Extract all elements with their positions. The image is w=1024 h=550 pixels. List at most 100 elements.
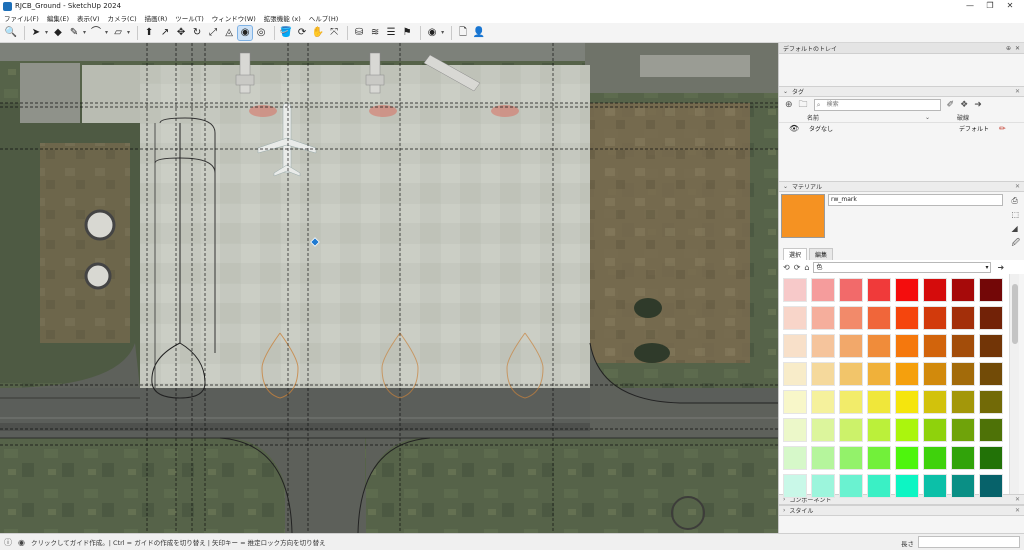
color-swatch[interactable] [811, 306, 835, 330]
menu-camera[interactable]: カメラ(C) [108, 13, 137, 23]
warehouse-icon[interactable]: ⛁ [352, 26, 366, 40]
panel-close-icon[interactable]: ✕ [1015, 88, 1020, 95]
color-swatch[interactable] [867, 390, 891, 414]
color-swatch[interactable] [951, 474, 975, 498]
chevron-down-icon[interactable]: ▾ [105, 29, 108, 36]
menu-file[interactable]: ファイル(F) [4, 13, 39, 23]
measurements-input[interactable] [918, 536, 1020, 548]
move-icon[interactable]: ✥ [174, 26, 188, 40]
paint-bucket-icon[interactable]: 🪣 [279, 26, 293, 40]
back-arrow-icon[interactable]: ⟲ [783, 263, 790, 272]
color-swatch[interactable] [867, 362, 891, 386]
rectangle-icon[interactable]: ▱ [111, 26, 125, 40]
zoom-extents-icon[interactable]: ⤧ [327, 26, 341, 40]
color-swatch[interactable] [839, 474, 863, 498]
orbit-icon[interactable]: ⟳ [295, 26, 309, 40]
menu-draw[interactable]: 描画(R) [145, 13, 168, 23]
close-button[interactable]: ✕ [1000, 0, 1020, 12]
color-swatch[interactable] [895, 390, 919, 414]
color-swatch[interactable] [951, 334, 975, 358]
tag-row[interactable]: 👁 タグなし デフォルト ✏ [779, 123, 1024, 133]
menu-view[interactable]: 表示(V) [77, 13, 100, 23]
color-swatch[interactable] [783, 446, 807, 470]
color-swatch[interactable] [951, 306, 975, 330]
color-by-tag-icon[interactable]: ❖ [960, 100, 968, 110]
color-swatch[interactable] [811, 390, 835, 414]
color-swatch[interactable] [783, 418, 807, 442]
add-tag-icon[interactable]: ⊕ [785, 100, 793, 110]
color-swatch[interactable] [783, 474, 807, 498]
color-swatch[interactable] [811, 418, 835, 442]
color-swatch[interactable] [979, 278, 1003, 302]
color-swatch[interactable] [951, 446, 975, 470]
color-swatch[interactable] [867, 334, 891, 358]
minimize-button[interactable]: — [960, 0, 980, 12]
styles-icon[interactable]: ⚑ [400, 26, 414, 40]
color-swatch[interactable] [839, 390, 863, 414]
sandbox-icon[interactable]: ≋ [368, 26, 382, 40]
color-swatch[interactable] [979, 418, 1003, 442]
tag-color-pencil-icon[interactable]: ✏ [999, 124, 1006, 133]
color-swatch[interactable] [951, 390, 975, 414]
color-swatch[interactable] [867, 474, 891, 498]
color-swatch[interactable] [783, 334, 807, 358]
panel-close-icon[interactable]: ✕ [1015, 183, 1020, 190]
material-swatch[interactable] [781, 194, 825, 238]
color-swatch[interactable] [783, 278, 807, 302]
chevron-down-icon[interactable]: ▾ [441, 29, 444, 36]
color-swatch[interactable] [895, 418, 919, 442]
color-swatch[interactable] [895, 446, 919, 470]
palette-scrollbar[interactable] [1009, 274, 1019, 494]
color-swatch[interactable] [839, 306, 863, 330]
chevron-down-icon[interactable]: ▾ [127, 29, 130, 36]
details-arrow-icon[interactable]: ➜ [997, 263, 1004, 272]
create-material-icon[interactable]: ⬚ [1011, 208, 1020, 222]
tag-tool-icon[interactable]: ✐ [947, 100, 955, 110]
styles-panel-header[interactable]: › スタイル ✕ [779, 505, 1024, 516]
panel-close-icon[interactable]: ✕ [1015, 507, 1020, 514]
home-icon[interactable]: ⌂ [804, 263, 809, 272]
color-swatch[interactable] [811, 474, 835, 498]
tray-close-icon[interactable]: ✕ [1015, 45, 1020, 52]
color-swatch[interactable] [923, 278, 947, 302]
menu-tools[interactable]: ツール(T) [175, 13, 204, 23]
color-swatch[interactable] [923, 334, 947, 358]
scrollbar-thumb[interactable] [1012, 284, 1018, 344]
color-swatch[interactable] [811, 278, 835, 302]
color-swatch[interactable] [867, 306, 891, 330]
color-swatch[interactable] [923, 418, 947, 442]
tags-col-name[interactable]: 名前 [807, 113, 925, 122]
rotate-icon[interactable]: ↻ [190, 26, 204, 40]
eraser-icon[interactable]: ◆ [51, 26, 65, 40]
color-swatch[interactable] [951, 418, 975, 442]
color-swatch[interactable] [839, 418, 863, 442]
tag-search-input[interactable]: ⌕ 検索 [813, 99, 941, 111]
model-viewport[interactable] [0, 43, 778, 533]
color-swatch[interactable] [783, 306, 807, 330]
color-swatch[interactable] [839, 334, 863, 358]
color-swatch[interactable] [783, 390, 807, 414]
menu-help[interactable]: ヘルプ(H) [309, 13, 338, 23]
tape-measure-icon[interactable]: ◉ [237, 24, 254, 41]
color-swatch[interactable] [923, 306, 947, 330]
menu-window[interactable]: ウィンドウ(W) [212, 13, 256, 23]
layers-icon[interactable]: ☰ [384, 26, 398, 40]
color-swatch[interactable] [979, 390, 1003, 414]
sort-chevron-icon[interactable]: ⌄ [925, 114, 935, 121]
color-swatch[interactable] [895, 474, 919, 498]
tags-col-dash[interactable]: 破線 [957, 113, 969, 122]
color-swatch[interactable] [895, 362, 919, 386]
color-swatch[interactable] [923, 362, 947, 386]
tag-dash[interactable]: デフォルト [959, 124, 989, 133]
protractor-icon[interactable]: ◬ [222, 26, 236, 40]
color-swatch[interactable] [979, 362, 1003, 386]
color-swatch[interactable] [923, 390, 947, 414]
color-swatch[interactable] [895, 334, 919, 358]
follow-me-icon[interactable]: ↗ [158, 26, 172, 40]
default-material-icon[interactable]: ◢ [1011, 222, 1020, 236]
visibility-eye-icon[interactable]: 👁 [789, 124, 801, 133]
color-swatch[interactable] [811, 334, 835, 358]
material-name-field[interactable]: rw_mark [828, 194, 1003, 206]
tab-select[interactable]: 選択 [783, 248, 808, 260]
pencil-line-icon[interactable]: ✎ [67, 26, 81, 40]
